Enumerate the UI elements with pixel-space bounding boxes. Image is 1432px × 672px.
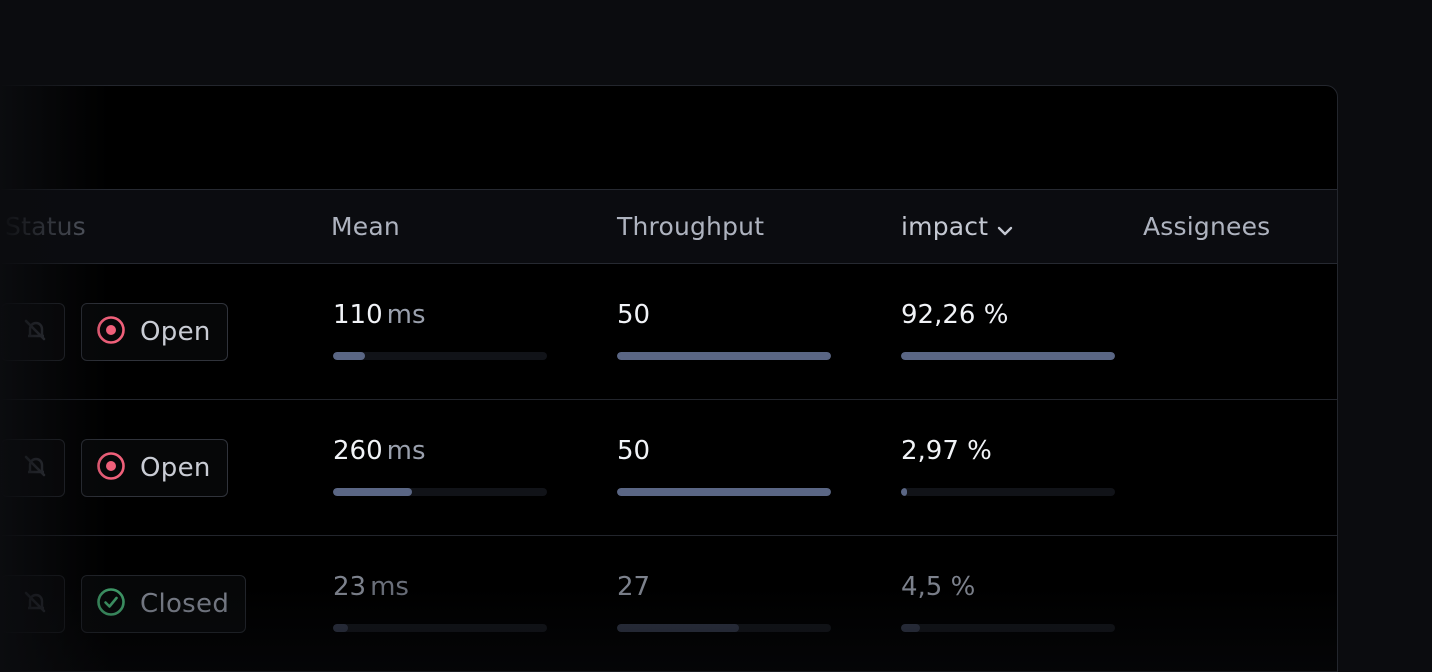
throughput-cell: 27	[617, 572, 831, 632]
issues-table: Status Mean Throughput impact Assignees …	[0, 189, 1337, 672]
throughput-bar-fill	[617, 488, 831, 496]
mute-button[interactable]	[1, 439, 65, 497]
throughput-cell: 50	[617, 436, 831, 496]
mean-value: 23	[333, 572, 367, 602]
impact-bar-fill	[901, 624, 921, 632]
throughput-bar-fill	[617, 352, 831, 360]
open-circle-icon	[96, 315, 126, 349]
table-row[interactable]: Open 110 ms 50 92,26 %	[0, 264, 1337, 400]
mean-bar	[333, 488, 547, 496]
check-circle-icon	[96, 587, 126, 621]
column-header-mean[interactable]: Mean	[331, 212, 400, 241]
mean-cell: 23 ms	[333, 572, 547, 632]
bell-off-icon	[22, 454, 50, 482]
bell-off-icon	[22, 590, 50, 618]
impact-cell: 92,26 %	[901, 300, 1115, 360]
table-header: Status Mean Throughput impact Assignees	[0, 189, 1337, 264]
throughput-bar-fill	[617, 624, 739, 632]
impact-bar	[901, 624, 1115, 632]
mean-bar	[333, 624, 547, 632]
mean-value: 110	[333, 300, 383, 330]
mean-value: 260	[333, 436, 383, 466]
mute-button[interactable]	[1, 575, 65, 633]
mean-unit: ms	[386, 300, 426, 330]
throughput-bar	[617, 352, 831, 360]
chevron-down-icon	[996, 214, 1014, 243]
throughput-bar	[617, 488, 831, 496]
mean-cell: 110 ms	[333, 300, 547, 360]
impact-cell: 4,5 %	[901, 572, 1115, 632]
throughput-bar	[617, 624, 831, 632]
status-badge[interactable]: Closed	[81, 575, 247, 633]
throughput-value: 50	[617, 436, 651, 466]
table-row[interactable]: Open 260 ms 50 2,97 %	[0, 400, 1337, 536]
throughput-value: 50	[617, 300, 651, 330]
status-badge[interactable]: Open	[81, 439, 228, 497]
impact-cell: 2,97 %	[901, 436, 1115, 496]
status-label: Open	[140, 317, 211, 347]
issues-panel: Status Mean Throughput impact Assignees …	[0, 85, 1338, 672]
throughput-cell: 50	[617, 300, 831, 360]
mean-bar-fill	[333, 624, 348, 632]
mute-button[interactable]	[1, 303, 65, 361]
mean-cell: 260 ms	[333, 436, 547, 496]
mean-unit: ms	[370, 572, 409, 602]
column-header-assignees[interactable]: Assignees	[1143, 212, 1270, 241]
impact-value: 4,5 %	[901, 572, 976, 602]
open-circle-icon	[96, 451, 126, 485]
impact-bar	[901, 488, 1115, 496]
mean-unit: ms	[386, 436, 426, 466]
mean-bar-fill	[333, 352, 366, 360]
column-header-status[interactable]: Status	[5, 212, 86, 241]
table-row[interactable]: Closed 23 ms 27 4,5 %	[0, 536, 1337, 672]
status-badge[interactable]: Open	[81, 303, 228, 361]
bell-off-icon	[22, 318, 50, 346]
throughput-value: 27	[617, 572, 651, 602]
impact-value: 92,26 %	[901, 300, 1009, 330]
impact-value: 2,97 %	[901, 436, 992, 466]
column-header-throughput[interactable]: Throughput	[617, 212, 764, 241]
mean-bar	[333, 352, 547, 360]
column-header-impact[interactable]: impact	[901, 212, 1014, 243]
impact-bar-fill	[901, 352, 1115, 360]
column-header-impact-label: impact	[901, 212, 989, 241]
impact-bar-fill	[901, 488, 908, 496]
mean-bar-fill	[333, 488, 413, 496]
status-label: Closed	[140, 589, 230, 619]
impact-bar	[901, 352, 1115, 360]
status-label: Open	[140, 453, 211, 483]
